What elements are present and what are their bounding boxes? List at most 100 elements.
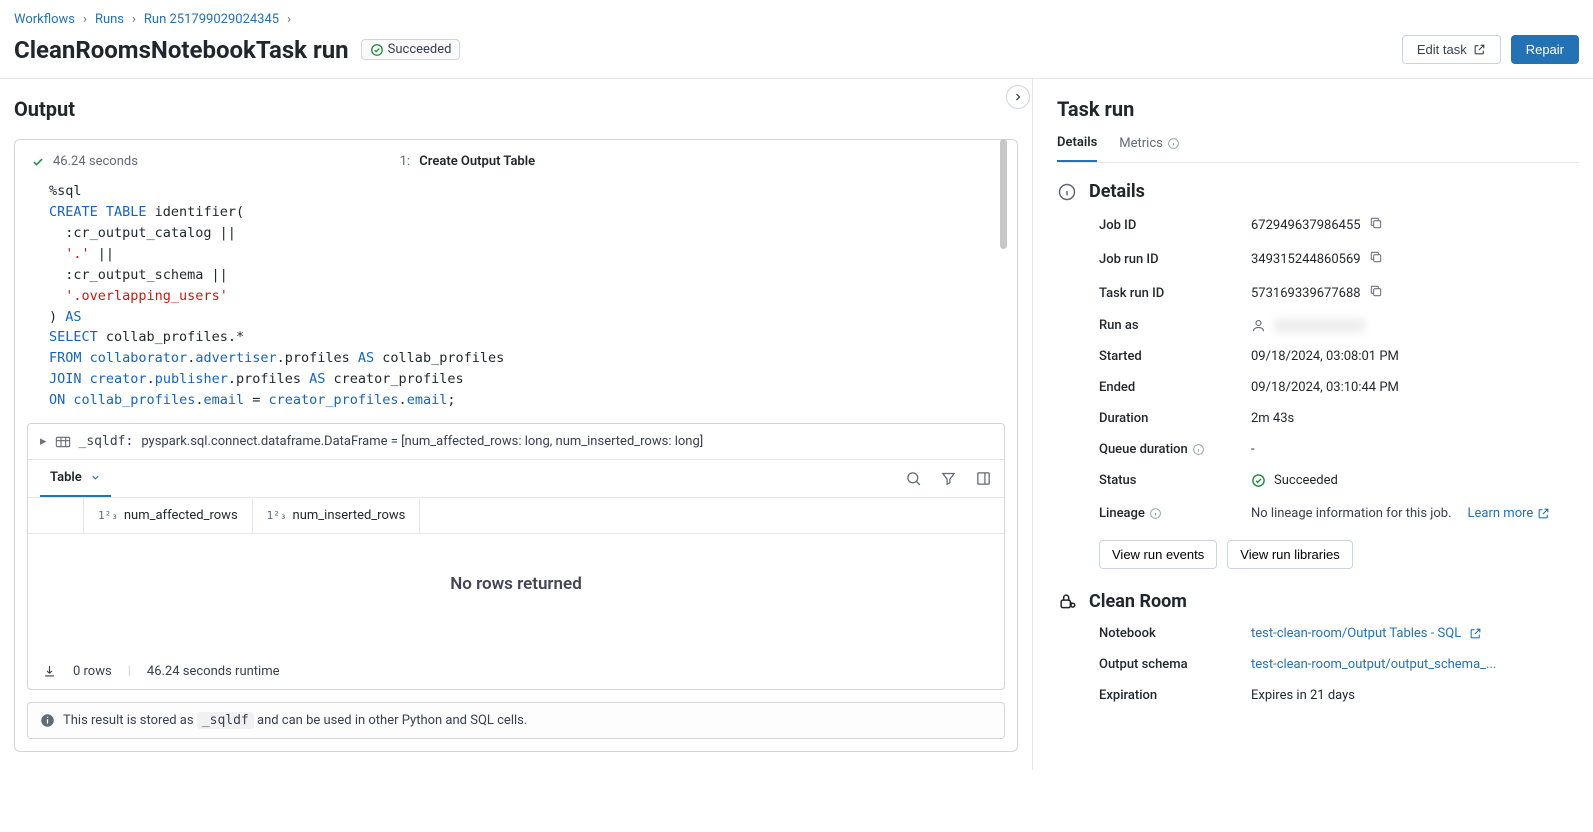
panel-button[interactable]: [975, 470, 992, 487]
cell-title: Create Output Table: [419, 154, 535, 169]
info-outline-icon: [1057, 182, 1077, 202]
crumb-sep: ›: [132, 12, 136, 27]
value-output-schema[interactable]: test-clean-room_output/output_schema_...: [1251, 657, 1579, 672]
column-header[interactable]: 1²₃ num_affected_rows: [84, 498, 253, 533]
runtime-text: 46.24 seconds runtime: [147, 664, 280, 679]
tab-metrics[interactable]: Metrics: [1119, 135, 1180, 162]
label-run-as: Run as: [1099, 318, 1239, 333]
value-queue-duration: -: [1251, 442, 1579, 457]
copy-icon: [1369, 250, 1383, 264]
info-banner: This result is stored as _sqldf and can …: [27, 702, 1005, 739]
external-link-icon: [1473, 43, 1486, 56]
value-lineage: No lineage information for this job. Lea…: [1251, 504, 1579, 524]
cell-duration: 46.24 seconds: [53, 154, 138, 169]
view-run-events-button[interactable]: View run events: [1099, 540, 1217, 569]
page-title: CleanRoomsNotebookTask run: [14, 36, 349, 64]
filter-icon: [940, 470, 957, 487]
no-rows-message: No rows returned: [28, 534, 1004, 654]
task-run-sidebar: Task run Details Metrics Details Job ID …: [1033, 79, 1593, 770]
label-notebook: Notebook: [1099, 626, 1239, 641]
caret-right-icon: ▸: [40, 434, 47, 449]
breadcrumb: Workflows › Runs › Run 251799029024345 ›: [0, 0, 1593, 31]
label-job-id: Job ID: [1099, 218, 1239, 233]
check-icon: [31, 155, 45, 169]
label-status: Status: [1099, 473, 1239, 488]
external-link-icon: [1537, 507, 1550, 520]
edit-task-button[interactable]: Edit task: [1402, 35, 1501, 64]
crumb-sep: ›: [83, 12, 87, 27]
download-icon: [42, 664, 57, 679]
table-tab[interactable]: Table: [40, 460, 111, 497]
status-badge: Succeeded: [361, 39, 461, 60]
value-ended: 09/18/2024, 03:10:44 PM: [1251, 380, 1579, 395]
copy-button[interactable]: [1369, 284, 1383, 302]
details-heading: Details: [1089, 181, 1145, 202]
view-run-libraries-button[interactable]: View run libraries: [1227, 540, 1352, 569]
row-count: 0 rows: [73, 664, 112, 679]
label-job-run-id: Job run ID: [1099, 252, 1239, 267]
lock-share-icon: [1057, 591, 1077, 611]
value-job-run-id: 349315244860569: [1251, 250, 1579, 268]
tab-details[interactable]: Details: [1057, 135, 1097, 162]
column-header[interactable]: 1²₃ num_inserted_rows: [253, 498, 421, 533]
table-icon: [55, 435, 71, 449]
cleanroom-grid: Notebook test-clean-room/Output Tables -…: [1057, 626, 1579, 703]
result-schema-row[interactable]: ▸ _sqldf: pyspark.sql.connect.dataframe.…: [28, 424, 1004, 460]
copy-button[interactable]: [1369, 216, 1383, 234]
check-circle-icon: [370, 43, 384, 57]
value-expiration: Expires in 21 days: [1251, 688, 1579, 703]
schema-desc: pyspark.sql.connect.dataframe.DataFrame …: [141, 434, 703, 449]
details-grid: Job ID 672949637986455 Job run ID 349315…: [1057, 216, 1579, 569]
value-duration: 2m 43s: [1251, 411, 1579, 426]
label-started: Started: [1099, 349, 1239, 364]
page-header: CleanRoomsNotebookTask run Succeeded Edi…: [0, 31, 1593, 79]
info-icon: [40, 713, 55, 728]
chevron-down-icon: [90, 472, 101, 483]
value-notebook[interactable]: test-clean-room/Output Tables - SQL: [1251, 626, 1579, 641]
output-pane: Output 46.24 seconds 1: Create Output Ta…: [0, 79, 1033, 770]
info-outline-icon: [1149, 507, 1162, 520]
info-outline-icon: [1192, 443, 1205, 456]
number-type-icon: 1²₃: [267, 509, 287, 522]
label-duration: Duration: [1099, 411, 1239, 426]
value-started: 09/18/2024, 03:08:01 PM: [1251, 349, 1579, 364]
cleanroom-heading: Clean Room: [1089, 591, 1187, 612]
result-box: ▸ _sqldf: pyspark.sql.connect.dataframe.…: [27, 423, 1005, 690]
result-columns: 1²₃ num_affected_rows 1²₃ num_inserted_r…: [28, 498, 1004, 534]
search-icon: [905, 470, 922, 487]
label-task-run-id: Task run ID: [1099, 286, 1239, 301]
value-status: Succeeded: [1251, 473, 1579, 488]
value-job-id: 672949637986455: [1251, 216, 1579, 234]
search-button[interactable]: [905, 470, 922, 487]
crumb-run-id[interactable]: Run 251799029024345: [144, 12, 279, 27]
label-output-schema: Output schema: [1099, 657, 1239, 672]
label-lineage: Lineage: [1099, 506, 1239, 521]
learn-more-link[interactable]: Learn more: [1468, 504, 1551, 524]
scrollbar-thumb[interactable]: [1000, 139, 1007, 249]
output-heading: Output: [14, 97, 1018, 121]
filter-button[interactable]: [940, 470, 957, 487]
code-block: %sql CREATE TABLE identifier( :cr_output…: [15, 177, 1017, 423]
copy-icon: [1369, 284, 1383, 298]
label-queue-duration: Queue duration: [1099, 442, 1239, 457]
crumb-workflows[interactable]: Workflows: [14, 12, 75, 27]
notebook-cell: 46.24 seconds 1: Create Output Table %sq…: [14, 139, 1018, 752]
info-outline-icon: [1167, 137, 1180, 150]
user-icon: [1251, 318, 1266, 333]
cell-number: 1:: [400, 154, 410, 169]
collapse-sidebar-button[interactable]: [1006, 85, 1030, 109]
crumb-sep: ›: [287, 12, 291, 27]
sidebar-title: Task run: [1057, 97, 1579, 121]
number-type-icon: 1²₃: [98, 509, 118, 522]
external-link-icon: [1469, 627, 1482, 640]
copy-button[interactable]: [1369, 250, 1383, 268]
panel-right-icon: [975, 470, 992, 487]
repair-button[interactable]: Repair: [1511, 35, 1579, 64]
copy-icon: [1369, 216, 1383, 230]
schema-var: _sqldf:: [79, 434, 134, 449]
download-button[interactable]: [42, 664, 57, 679]
crumb-runs[interactable]: Runs: [95, 12, 124, 27]
label-expiration: Expiration: [1099, 688, 1239, 703]
chevron-right-icon: [1012, 91, 1024, 103]
label-ended: Ended: [1099, 380, 1239, 395]
